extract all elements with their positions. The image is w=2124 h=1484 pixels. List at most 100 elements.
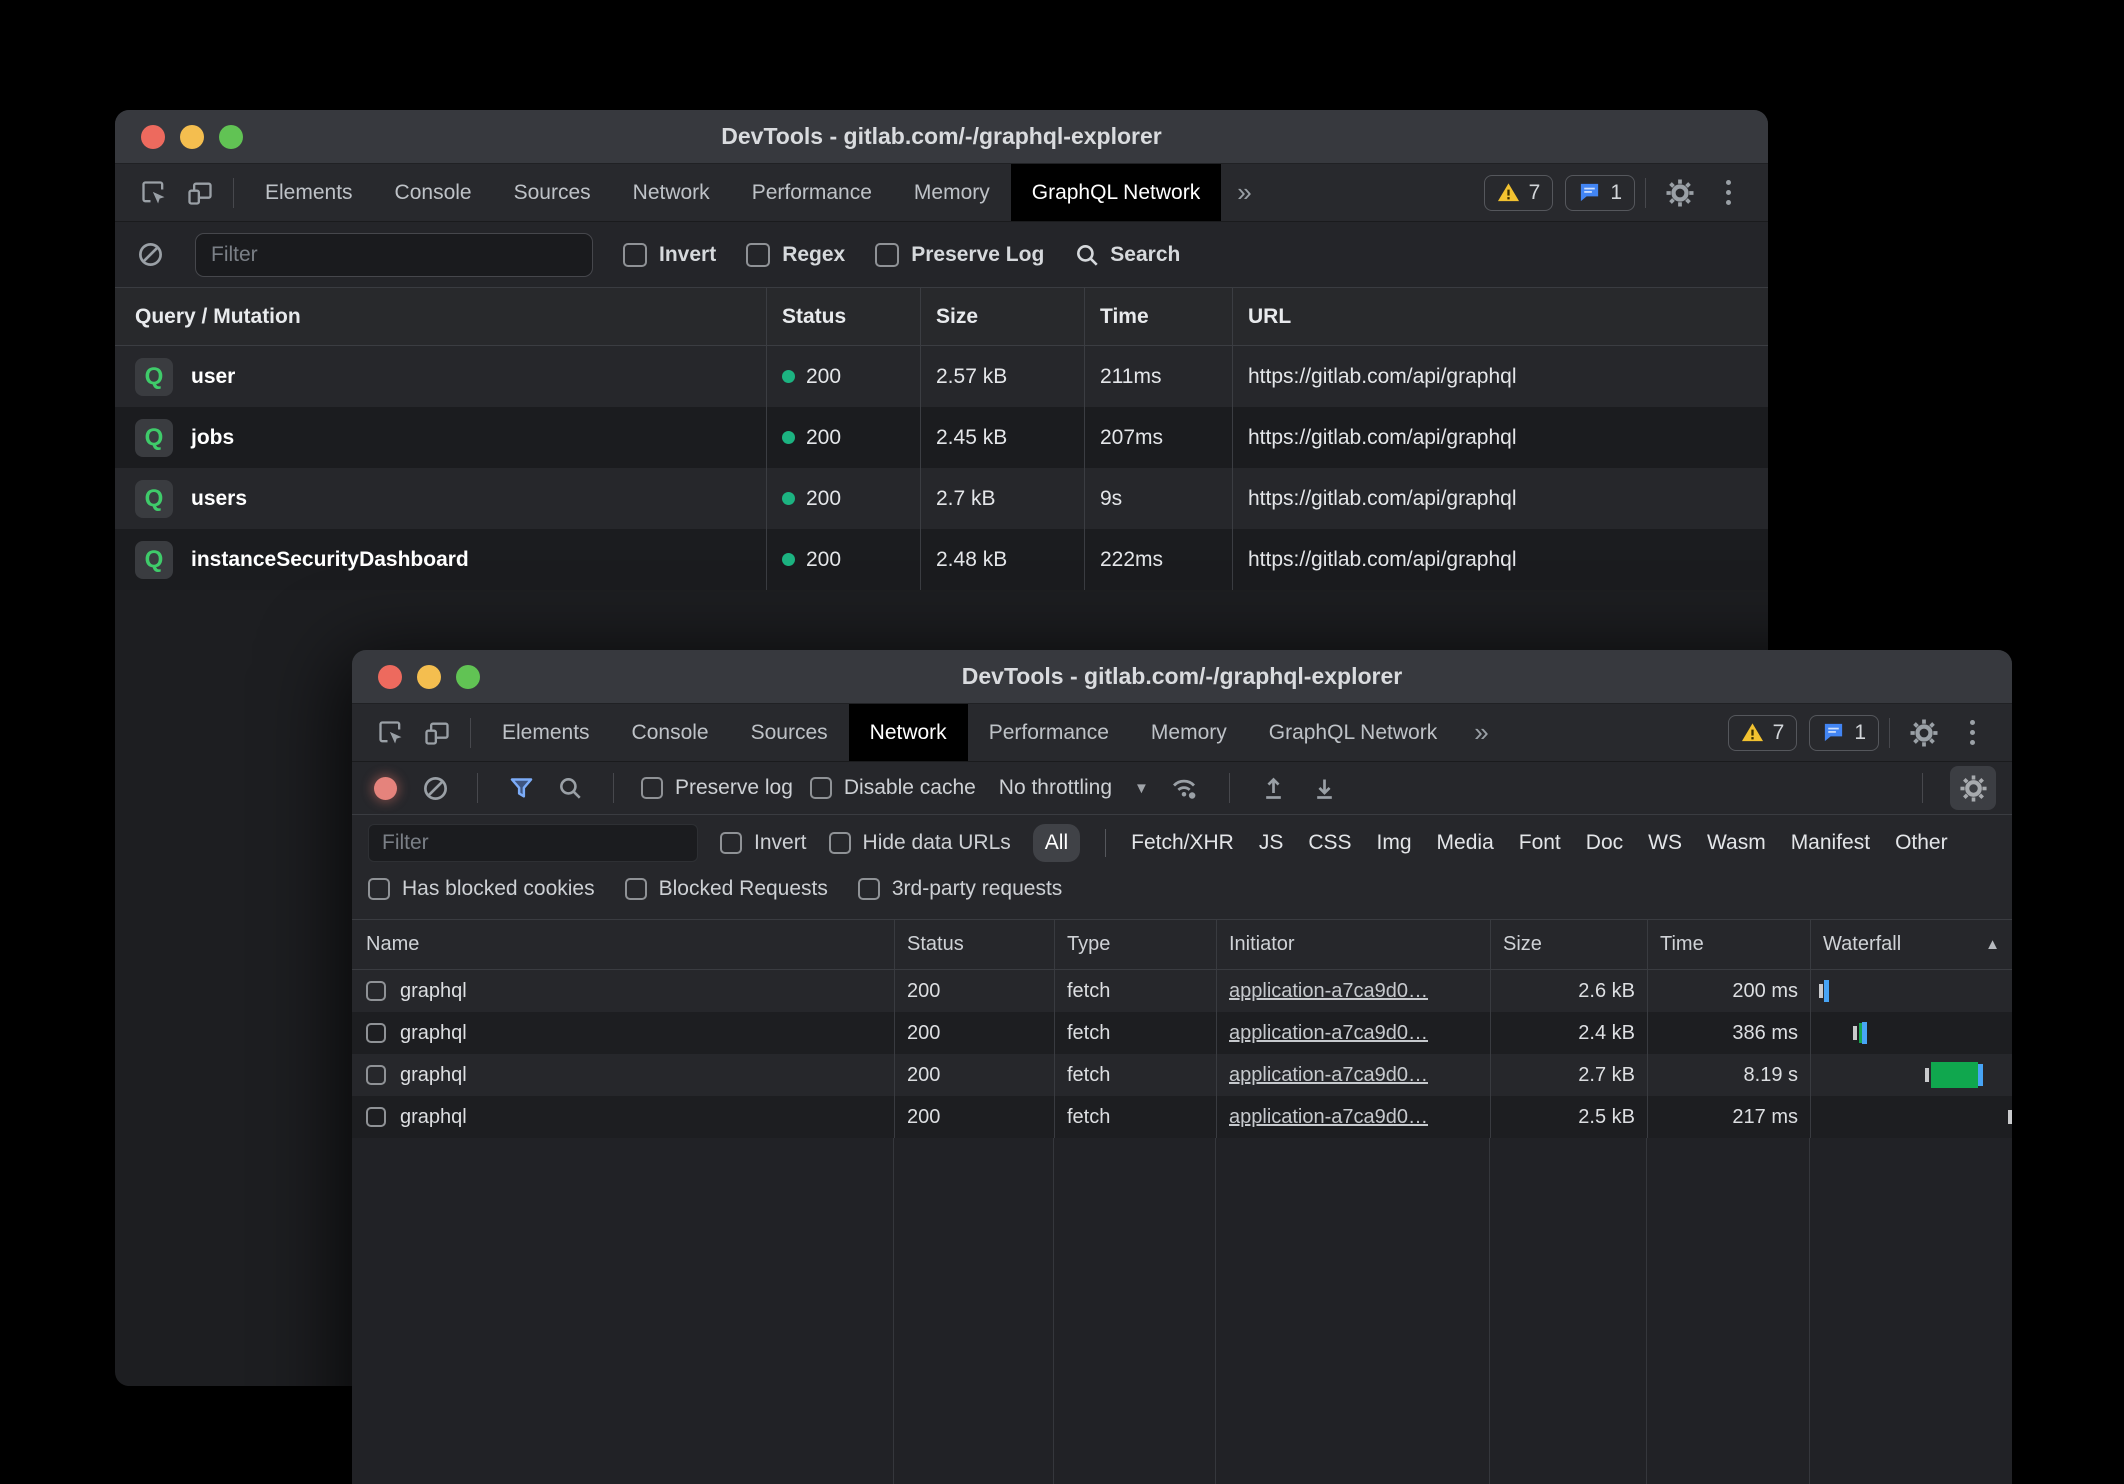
initiator-link[interactable]: application-a7ca9d0… [1229,1064,1428,1087]
warnings-badge[interactable]: 7 [1484,175,1554,211]
initiator-link[interactable]: application-a7ca9d0… [1229,1106,1428,1129]
invert-checkbox-group[interactable]: Invert [720,831,807,855]
column-header-size[interactable]: Size [920,288,1084,345]
network-conditions-button[interactable] [1166,766,1202,810]
column-header-type[interactable]: Type [1054,920,1216,969]
type-filter-font[interactable]: Font [1519,831,1561,855]
record-button[interactable] [374,777,397,800]
close-button[interactable] [141,125,165,149]
column-header-time[interactable]: Time [1084,288,1232,345]
query-row[interactable]: Quser 200 2.57 kB 211ms https://gitlab.c… [115,346,1768,407]
filter-input[interactable] [195,233,593,277]
third-party-requests-checkbox[interactable] [858,878,880,900]
preserve-log-checkbox[interactable] [875,243,899,267]
has-blocked-cookies-checkbox-group[interactable]: Has blocked cookies [368,877,595,901]
has-blocked-cookies-checkbox[interactable] [368,878,390,900]
column-header-initiator[interactable]: Initiator [1216,920,1490,969]
query-row[interactable]: Qjobs 200 2.45 kB 207ms https://gitlab.c… [115,407,1768,468]
more-tabs-button[interactable]: » [1221,177,1267,208]
minimize-button[interactable] [417,665,441,689]
initiator-link[interactable]: application-a7ca9d0… [1229,980,1428,1003]
blocked-requests-checkbox[interactable] [625,878,647,900]
tab-memory[interactable]: Memory [893,164,1011,221]
type-filter-other[interactable]: Other [1895,831,1948,855]
column-header-status[interactable]: Status [894,920,1054,969]
inspect-icon[interactable] [368,713,414,753]
tab-graphql-network[interactable]: GraphQL Network [1248,704,1458,761]
column-header-name[interactable]: Name [352,920,894,969]
tab-console[interactable]: Console [374,164,493,221]
settings-button[interactable] [1656,171,1704,215]
import-har-button[interactable] [1257,766,1291,810]
network-settings-button[interactable] [1950,766,1996,810]
tab-sources[interactable]: Sources [493,164,612,221]
column-header-waterfall[interactable]: Waterfall ▲ [1810,920,2012,969]
query-row[interactable]: Qusers 200 2.7 kB 9s https://gitlab.com/… [115,468,1768,529]
tab-network[interactable]: Network [849,704,968,761]
disable-cache-checkbox-group[interactable]: Disable cache [810,776,976,800]
preserve-log-checkbox[interactable] [641,777,663,799]
third-party-requests-checkbox-group[interactable]: 3rd-party requests [858,877,1062,901]
request-row[interactable]: graphql 200 fetch application-a7ca9d0… 2… [352,1012,2012,1054]
regex-checkbox[interactable] [746,243,770,267]
more-options-button[interactable] [1948,711,1996,755]
tab-network[interactable]: Network [612,164,731,221]
messages-badge[interactable]: 1 [1565,175,1635,211]
tab-performance[interactable]: Performance [968,704,1130,761]
row-checkbox[interactable] [366,1107,386,1127]
more-tabs-button[interactable]: » [1458,717,1504,748]
hide-data-urls-checkbox[interactable] [829,832,851,854]
close-button[interactable] [378,665,402,689]
type-filter-wasm[interactable]: Wasm [1707,831,1766,855]
column-header-time[interactable]: Time [1647,920,1810,969]
tab-graphql-network[interactable]: GraphQL Network [1011,164,1221,221]
blocked-requests-checkbox-group[interactable]: Blocked Requests [625,877,828,901]
column-header-status[interactable]: Status [766,288,920,345]
preserve-log-checkbox-group[interactable]: Preserve Log [875,243,1044,267]
request-row[interactable]: graphql 200 fetch application-a7ca9d0… 2… [352,1054,2012,1096]
tab-console[interactable]: Console [611,704,730,761]
more-options-button[interactable] [1704,171,1752,215]
type-filter-doc[interactable]: Doc [1586,831,1623,855]
type-filter-media[interactable]: Media [1437,831,1494,855]
tab-elements[interactable]: Elements [481,704,611,761]
invert-checkbox[interactable] [720,832,742,854]
export-har-button[interactable] [1308,766,1342,810]
initiator-link[interactable]: application-a7ca9d0… [1229,1022,1428,1045]
warnings-badge[interactable]: 7 [1728,715,1798,751]
invert-checkbox[interactable] [623,243,647,267]
row-checkbox[interactable] [366,1023,386,1043]
column-header-size[interactable]: Size [1490,920,1647,969]
disable-cache-checkbox[interactable] [810,777,832,799]
zoom-button[interactable] [219,125,243,149]
type-filter-css[interactable]: CSS [1308,831,1351,855]
type-filter-fetch-xhr[interactable]: Fetch/XHR [1131,831,1234,855]
search-button[interactable] [554,766,586,810]
tab-memory[interactable]: Memory [1130,704,1248,761]
type-filter-manifest[interactable]: Manifest [1791,831,1870,855]
hide-data-urls-checkbox-group[interactable]: Hide data URLs [829,831,1011,855]
regex-checkbox-group[interactable]: Regex [746,243,845,267]
device-toolbar-icon[interactable] [414,713,460,753]
preserve-log-checkbox-group[interactable]: Preserve log [641,776,793,800]
request-row[interactable]: graphql 200 fetch application-a7ca9d0… 2… [352,970,2012,1012]
column-header-query-mutation[interactable]: Query / Mutation [115,288,766,345]
zoom-button[interactable] [456,665,480,689]
type-filter-img[interactable]: Img [1377,831,1412,855]
filter-input[interactable] [368,824,698,862]
request-row[interactable]: graphql 200 fetch application-a7ca9d0… 2… [352,1096,2012,1138]
settings-button[interactable] [1900,711,1948,755]
type-filter-all[interactable]: All [1033,824,1080,862]
type-filter-ws[interactable]: WS [1648,831,1682,855]
tab-performance[interactable]: Performance [731,164,893,221]
clear-button[interactable] [135,233,165,277]
clear-button[interactable] [420,766,450,810]
inspect-icon[interactable] [131,173,177,213]
row-checkbox[interactable] [366,981,386,1001]
search-button[interactable]: Search [1074,242,1180,268]
filter-toggle-button[interactable] [505,766,537,810]
device-toolbar-icon[interactable] [177,173,223,213]
minimize-button[interactable] [180,125,204,149]
column-header-url[interactable]: URL [1232,288,1768,345]
type-filter-js[interactable]: JS [1259,831,1284,855]
